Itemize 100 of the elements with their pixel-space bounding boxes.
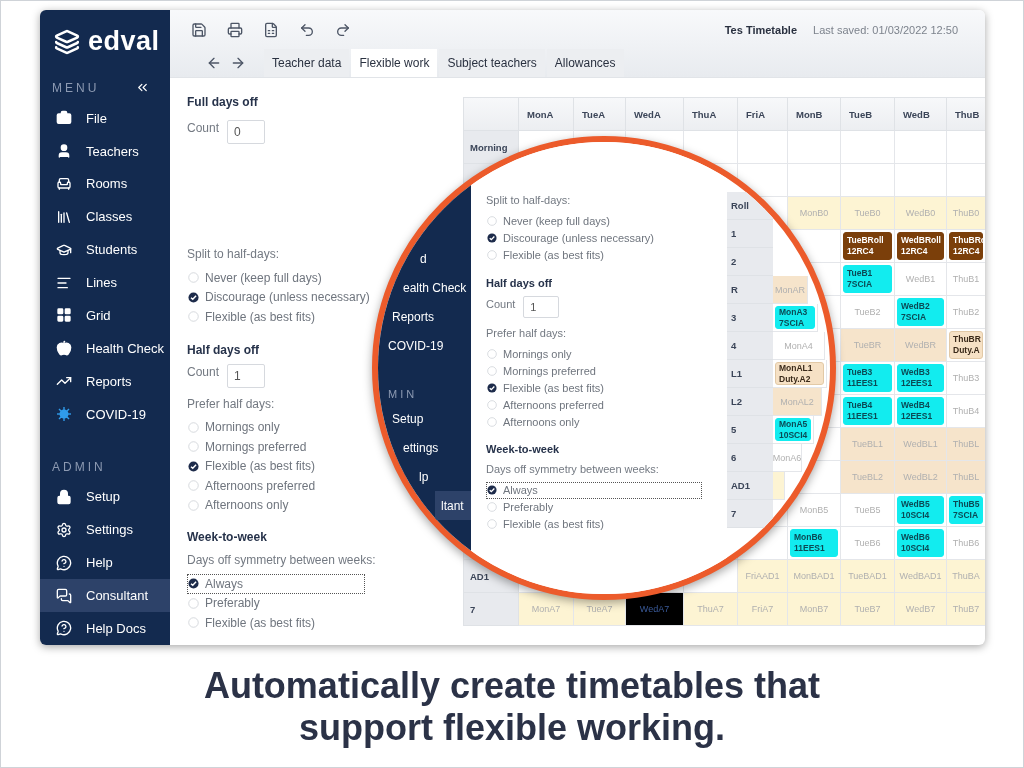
radio-option[interactable]: Flexible (as best fits) — [486, 246, 607, 263]
sidebar-item[interactable]: Teachers — [40, 134, 170, 168]
lesson-block[interactable]: MonA5 10SCI4 — [775, 418, 811, 441]
column-header[interactable]: FriA — [738, 98, 788, 131]
radio-option[interactable]: Mornings preferred — [486, 362, 599, 379]
radio-option[interactable]: Preferably — [486, 498, 557, 516]
timetable-cell: TueB5 — [841, 494, 895, 527]
sidebar-item[interactable]: COVID-19 — [40, 397, 170, 431]
count-label: Count — [187, 363, 220, 380]
sidebar-item[interactable]: ettings — [397, 433, 471, 462]
sidebar-item[interactable]: Help — [40, 546, 170, 580]
lesson-block[interactable]: ThuB5 7SCIA — [949, 496, 983, 524]
timetable-cell: MonAL2 — [773, 388, 822, 416]
timetable-cell: MonB7 — [788, 593, 841, 626]
radio-option[interactable]: Discourage (unless necessary) — [486, 229, 657, 246]
count-field[interactable]: 1 — [523, 296, 559, 318]
row-label: Roll — [731, 200, 749, 211]
sidebar-item[interactable]: Rooms — [40, 167, 170, 201]
lesson-block[interactable]: TueBRoll 12RC4 — [843, 232, 892, 260]
timetable-cell: ThuB6 — [947, 527, 985, 560]
lesson-block[interactable]: ThuBR Duty.A — [949, 331, 983, 359]
radio-option[interactable]: Always — [486, 481, 702, 499]
sidebar-item[interactable]: Classes — [40, 200, 170, 234]
radio-option[interactable]: Afternoons only — [187, 495, 292, 515]
sidebar-item[interactable]: Settings — [40, 513, 170, 547]
timetable-cell: FriAAD1 — [738, 560, 788, 593]
radio-option[interactable]: Never (keep full days) — [187, 268, 325, 288]
count-field[interactable]: 0 — [227, 120, 266, 144]
sidebar-item[interactable]: Reports — [386, 302, 471, 331]
sidebar-item[interactable]: COVID-19 — [382, 331, 471, 360]
radio-option[interactable]: Mornings preferred — [187, 437, 310, 457]
radio-option[interactable]: Mornings only — [486, 345, 575, 362]
timetable-cell: TueBL2 — [841, 461, 895, 494]
sidebar-item[interactable]: Help Docs — [40, 612, 170, 645]
section-title: Week-to-week — [187, 529, 267, 545]
radio-option[interactable]: Afternoons only — [486, 413, 583, 430]
sidebar-item[interactable]: ealth Check — [397, 273, 471, 302]
column-header[interactable]: WedA — [626, 98, 684, 131]
lesson-block[interactable]: MonB6 11EES1 — [790, 529, 838, 557]
timetable-cell: ThuB4 — [947, 395, 985, 428]
sidebar-item[interactable]: Setup — [40, 480, 170, 514]
lesson-block[interactable]: WedB2 7SCIA — [897, 298, 944, 326]
lesson-block[interactable]: WedB3 12EES1 — [897, 364, 944, 392]
sidebar-item[interactable]: d — [414, 244, 471, 273]
row-label: L1 — [731, 368, 743, 379]
lesson-block[interactable]: MonAL1 Duty.A2 — [775, 362, 824, 385]
sidebar-item[interactable]: ltant — [435, 491, 471, 520]
timetable-cell: ThuB1 — [947, 263, 985, 296]
column-header[interactable]: ThuA — [684, 98, 738, 131]
menu-heading: MENU — [52, 80, 100, 95]
sidebar-item[interactable]: Grid — [40, 299, 170, 332]
radio-option[interactable]: Mornings only — [187, 417, 283, 437]
sidebar-item[interactable]: lp — [413, 462, 471, 491]
lesson-block[interactable]: WedB5 10SCI4 — [897, 496, 944, 524]
lesson-block[interactable]: WedBRoll 12RC4 — [897, 232, 944, 260]
radio-option[interactable]: Flexible (as best fits) — [486, 379, 607, 396]
timetable-cell: ThuB7 — [947, 593, 985, 626]
sidebar-item[interactable]: Students — [40, 233, 170, 267]
timetable-cell: WedBR — [895, 329, 947, 362]
sidebar-item[interactable]: Setup — [386, 404, 471, 433]
column-header[interactable]: TueA — [574, 98, 626, 131]
radio-option[interactable]: Flexible (as best fits) — [187, 307, 319, 327]
section-title: Half days off — [486, 276, 552, 291]
lesson-block[interactable]: MonA3 7SCIA — [775, 306, 815, 329]
timetable-cell: WedBL1 — [895, 428, 947, 461]
radio-option[interactable]: Discourage (unless necessary) — [187, 287, 373, 307]
radio-option[interactable]: Afternoons preferred — [187, 476, 319, 496]
radio-option[interactable]: Preferably — [187, 593, 263, 613]
admin-heading: MIN — [388, 388, 418, 400]
column-header[interactable]: MonA — [519, 98, 574, 131]
lesson-block[interactable]: TueB3 11EES1 — [843, 364, 892, 392]
radio-option[interactable]: Always — [187, 574, 365, 594]
last-saved-text: Last saved: 01/03/2022 12:50 — [813, 23, 958, 36]
count-field[interactable]: 1 — [227, 363, 266, 388]
sidebar-item[interactable]: Consultant — [40, 579, 170, 613]
timetable-cell: TueB2 — [841, 296, 895, 329]
radio-option[interactable]: Never (keep full days) — [486, 212, 613, 229]
radio-option[interactable]: Flexible (as best fits) — [187, 613, 319, 633]
row-label: AD1 — [470, 570, 489, 582]
tab[interactable]: Flexible work — [351, 49, 438, 77]
lesson-block[interactable]: WedB4 12EES1 — [897, 397, 944, 425]
timetable-cell: WedBAD1 — [895, 560, 947, 593]
sidebar-item[interactable]: Health Check — [40, 331, 170, 365]
row-label: 5 — [731, 424, 737, 435]
section-title: Half days off — [187, 341, 259, 358]
column-header[interactable]: ThuB — [947, 98, 985, 131]
lesson-block[interactable]: TueB4 11EES1 — [843, 397, 892, 425]
lesson-block[interactable]: TueB1 7SCIA — [843, 265, 892, 293]
radio-option[interactable]: Afternoons preferred — [486, 396, 607, 413]
radio-option[interactable]: Flexible (as best fits) — [187, 456, 319, 476]
field-label: Prefer half days: — [486, 326, 567, 341]
column-header[interactable]: MonB — [788, 98, 841, 131]
lesson-block[interactable]: WedB6 10SCI4 — [897, 529, 944, 557]
sidebar-item[interactable]: Reports — [40, 364, 170, 398]
sidebar-item[interactable]: Lines — [40, 266, 170, 300]
column-header[interactable]: TueB — [841, 98, 895, 131]
column-header[interactable]: WedB — [895, 98, 947, 131]
section-title: Full days off — [187, 94, 258, 110]
sidebar-item[interactable]: File — [40, 101, 170, 135]
radio-option[interactable]: Flexible (as best fits) — [486, 515, 607, 533]
